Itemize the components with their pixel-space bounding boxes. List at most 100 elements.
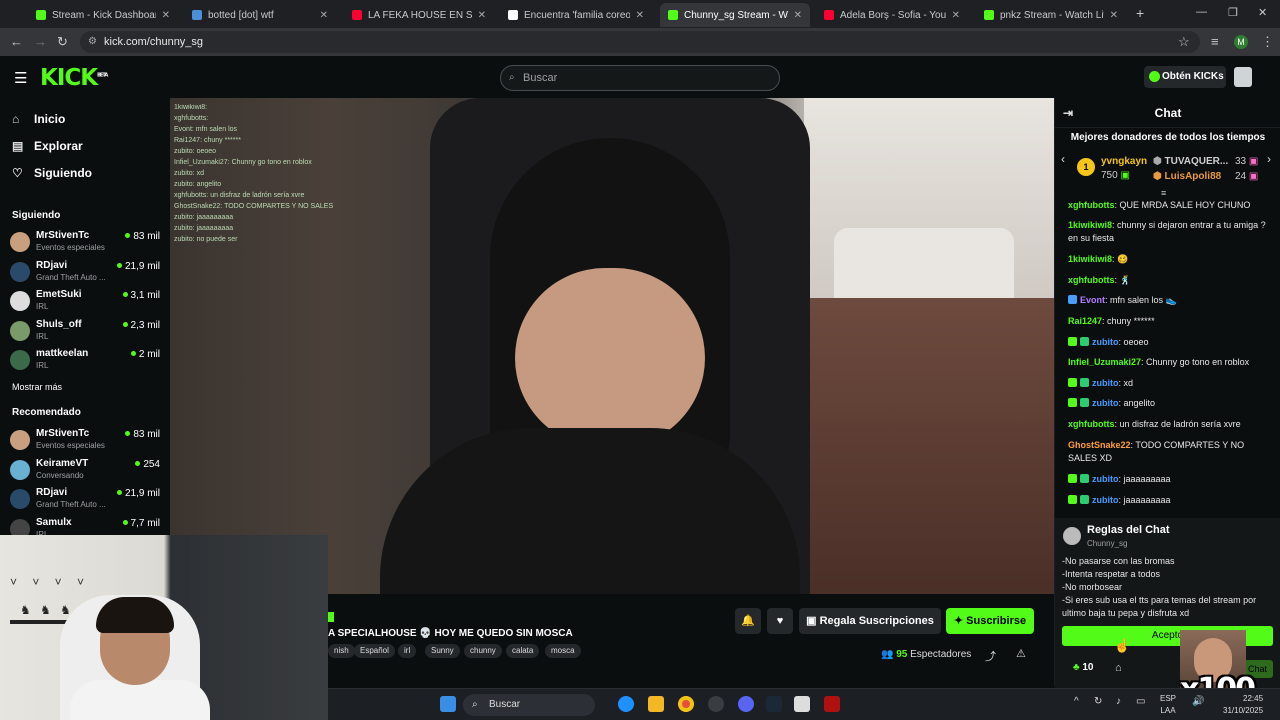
stream-tag[interactable]: Sunny bbox=[425, 644, 460, 658]
browser-tab[interactable]: Chunny_sg Stream - Watch ✕ bbox=[660, 3, 810, 27]
gift-subs-button[interactable]: ▣ Regala Suscripciones bbox=[799, 608, 941, 634]
chat-username[interactable]: zubito bbox=[1092, 337, 1119, 347]
donor-2-name[interactable]: ⬢ TUVAQUER... bbox=[1153, 156, 1228, 167]
donor-1-name[interactable]: yvngkayn bbox=[1101, 156, 1147, 167]
report-warning-icon[interactable]: ⚠ bbox=[1016, 647, 1026, 660]
hamburger-menu-icon[interactable]: ☰ bbox=[14, 69, 27, 87]
steam-icon[interactable] bbox=[766, 696, 782, 712]
video-player[interactable]: 1kiwikiwi8: xghfubotts: Evont: mfn salen l… bbox=[170, 98, 1054, 594]
back-arrow-icon[interactable]: ← bbox=[10, 34, 23, 49]
sync-icon[interactable]: ↻ bbox=[1094, 696, 1102, 707]
chat-message: xghfubotts: 🕺 bbox=[1068, 274, 1273, 287]
app-icon[interactable] bbox=[794, 696, 810, 712]
browser-tab[interactable]: pnkz Stream - Watch Live on Ki ✕ bbox=[976, 3, 1126, 27]
stream-tag[interactable]: chunny bbox=[464, 644, 502, 658]
kick-logo[interactable]: KICKBETA bbox=[40, 65, 108, 91]
donor-1-amount: 750 ▣ bbox=[1101, 170, 1130, 181]
mic-icon[interactable]: ♪ bbox=[1116, 696, 1121, 707]
taskbar-clock[interactable]: 22:45 31/10/2025 bbox=[1223, 693, 1263, 717]
sidebar-channel[interactable]: MrStivenTc Eventos especiales 83 mil bbox=[10, 230, 160, 256]
discord-icon[interactable] bbox=[738, 696, 754, 712]
profile-avatar[interactable]: M bbox=[1234, 35, 1248, 49]
user-avatar[interactable] bbox=[1234, 67, 1252, 87]
close-tab-icon[interactable]: ✕ bbox=[478, 10, 486, 21]
donor-3-name[interactable]: ⬢ LuisApoli88 bbox=[1153, 171, 1221, 182]
kicks-balance[interactable]: ♣ 10 bbox=[1073, 662, 1093, 673]
bookmark-star-icon[interactable]: ☆ bbox=[1178, 34, 1190, 50]
notification-bell-button[interactable]: 🔔 bbox=[735, 608, 761, 634]
collapse-chat-icon[interactable]: ⇥ bbox=[1063, 98, 1073, 128]
chevron-left-icon[interactable]: ‹ bbox=[1061, 152, 1065, 166]
chat-username[interactable]: zubito bbox=[1092, 474, 1119, 484]
volume-icon[interactable]: 🔊 bbox=[1192, 696, 1204, 707]
chat-username[interactable]: zubito bbox=[1092, 398, 1119, 408]
close-tab-icon[interactable]: ✕ bbox=[636, 10, 644, 21]
chat-username[interactable]: Infiel_Uzumaki27 bbox=[1068, 357, 1141, 367]
chat-username[interactable]: xghfubotts bbox=[1068, 200, 1115, 210]
close-tab-icon[interactable]: ✕ bbox=[162, 10, 170, 21]
subscribe-button[interactable]: ✦ Suscribirse bbox=[946, 608, 1034, 634]
stream-tag[interactable]: Español bbox=[354, 644, 395, 658]
sidebar-item-inicio[interactable]: ⌂ Inicio bbox=[12, 112, 65, 126]
language-indicator[interactable]: ESP LAA bbox=[1160, 693, 1176, 717]
network-icon[interactable]: ▭ bbox=[1136, 696, 1145, 707]
github-icon[interactable] bbox=[708, 696, 724, 712]
collapse-donors-icon[interactable]: ≡ bbox=[1161, 188, 1166, 198]
chat-username[interactable]: xghfubotts bbox=[1068, 275, 1115, 285]
chrome-icon[interactable] bbox=[678, 696, 694, 712]
sidebar-channel[interactable]: mattkeelan IRL 2 mil bbox=[10, 348, 160, 374]
forward-arrow-icon[interactable]: → bbox=[34, 34, 47, 49]
sidebar-channel[interactable]: KeirameVT Conversando 254 bbox=[10, 458, 160, 484]
file-explorer-icon[interactable] bbox=[648, 696, 664, 712]
minimize-icon[interactable]: — bbox=[1196, 6, 1207, 18]
taskbar-search[interactable]: ⌕ Buscar bbox=[463, 694, 595, 716]
browser-tab[interactable]: botted [dot] wtf ✕ bbox=[184, 3, 336, 27]
close-tab-icon[interactable]: ✕ bbox=[320, 10, 328, 21]
close-tab-icon[interactable]: ✕ bbox=[794, 10, 802, 21]
chat-username[interactable]: zubito bbox=[1092, 378, 1119, 388]
sidebar-channel[interactable]: EmetSuki IRL 3,1 mil bbox=[10, 289, 160, 315]
browser-tab[interactable]: Encuentra 'familia coreografia ✕ bbox=[500, 3, 652, 27]
get-kicks-button[interactable]: Obtén KICKs bbox=[1144, 66, 1226, 88]
chat-username[interactable]: xghfubotts bbox=[1068, 419, 1115, 429]
stream-tag[interactable]: nish bbox=[328, 644, 355, 658]
restore-icon[interactable]: ❐ bbox=[1228, 6, 1238, 19]
sidebar-channel[interactable]: RDjavi Grand Theft Auto ... 21,9 mil bbox=[10, 487, 160, 513]
sidebar-item-explorar[interactable]: ▤ Explorar bbox=[12, 139, 83, 153]
tray-chevron-icon[interactable]: ^ bbox=[1074, 696, 1079, 707]
search-input[interactable]: ⌕ Buscar bbox=[500, 65, 780, 91]
browser-tab[interactable]: Adela Borș - Sofia - YouTube ✕ bbox=[816, 3, 968, 27]
sidebar-channel[interactable]: RDjavi Grand Theft Auto ... 21,9 mil bbox=[10, 260, 160, 286]
chat-username[interactable]: Evont bbox=[1080, 295, 1105, 305]
address-bar[interactable]: ⚙ kick.com/chunny_sg bbox=[80, 31, 1200, 53]
media-control-icon[interactable]: ≡ bbox=[1211, 34, 1219, 49]
chat-username[interactable]: GhostSnake22 bbox=[1068, 440, 1131, 450]
stream-tag[interactable]: calata bbox=[506, 644, 540, 658]
stream-tag[interactable]: mosca bbox=[545, 644, 581, 658]
site-info-icon[interactable]: ⚙ bbox=[88, 31, 97, 53]
close-tab-icon[interactable]: ✕ bbox=[952, 10, 960, 21]
chat-username[interactable]: Rai1247 bbox=[1068, 316, 1102, 326]
windows-start-icon[interactable] bbox=[440, 696, 456, 712]
sidebar-channel[interactable]: Shuls_off IRL 2,3 mil bbox=[10, 319, 160, 345]
close-tab-icon[interactable]: ✕ bbox=[1110, 10, 1118, 21]
chevron-right-icon[interactable]: › bbox=[1267, 152, 1271, 166]
follow-heart-button[interactable]: ♥ bbox=[767, 608, 793, 634]
browser-tab[interactable]: Stream - Kick Dashboard ✕ bbox=[28, 3, 178, 27]
show-more-link[interactable]: Mostrar más bbox=[12, 382, 62, 392]
chat-username[interactable]: 1kiwikiwi8 bbox=[1068, 220, 1112, 230]
new-tab-button[interactable]: + bbox=[1136, 5, 1144, 21]
edge-browser-icon[interactable] bbox=[618, 696, 634, 712]
stream-tag[interactable]: irl bbox=[398, 644, 417, 658]
sidebar-channel[interactable]: MrStivenTc Eventos especiales 83 mil bbox=[10, 428, 160, 454]
browser-tab[interactable]: LA FEKA HOUSE EN SU PRIME ✕ bbox=[344, 3, 494, 27]
app-red-icon[interactable] bbox=[824, 696, 840, 712]
sidebar-item-siguiendo[interactable]: ♡ Siguiendo bbox=[12, 166, 92, 180]
store-icon[interactable]: ⌂ bbox=[1115, 662, 1122, 674]
chat-username[interactable]: 1kiwikiwi8 bbox=[1068, 254, 1112, 264]
share-icon[interactable]: ⤴ bbox=[985, 648, 996, 664]
reload-icon[interactable]: ↻ bbox=[57, 34, 68, 50]
close-window-icon[interactable]: ✕ bbox=[1258, 6, 1267, 19]
browser-menu-icon[interactable]: ⋮ bbox=[1261, 34, 1274, 50]
chat-username[interactable]: zubito bbox=[1092, 495, 1119, 505]
